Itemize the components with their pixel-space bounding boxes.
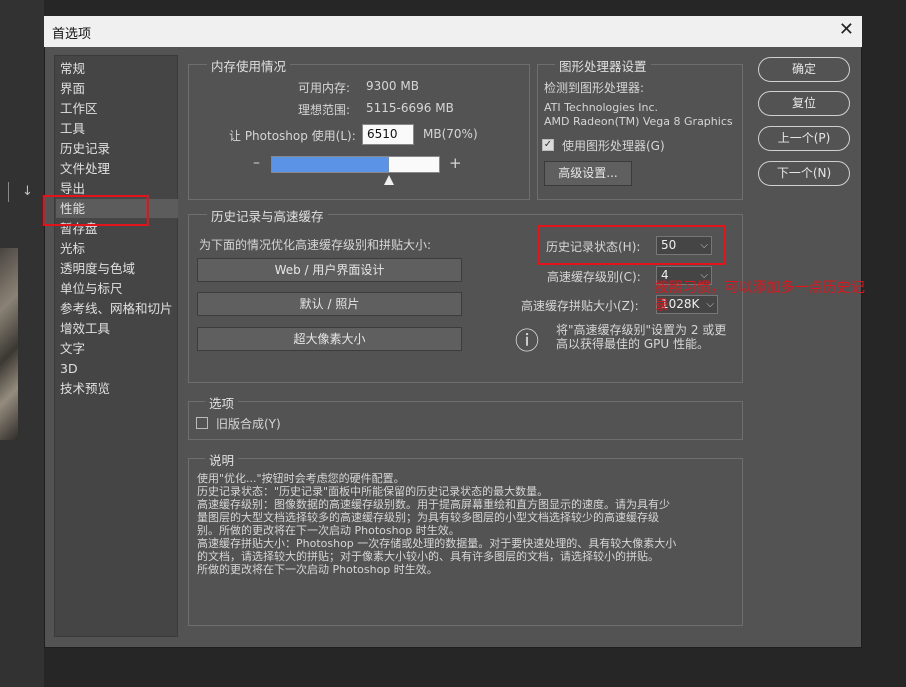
description-line: 高速缓存级别：图像数据的高速缓存级别数。用于提高屏幕重绘和直方图显示的速度。请为… xyxy=(197,498,670,511)
description-line: 高速缓存拼贴大小：Photoshop 一次存储或处理的数据量。对于要快速处理的、… xyxy=(197,537,677,550)
description-line: 别。所做的更改将在下一次启动 Photoshop 时生效。 xyxy=(197,524,460,537)
background-photo-thumbnail xyxy=(0,248,18,440)
prev-button[interactable]: 上一个(P) xyxy=(758,126,850,151)
reset-button[interactable]: 复位 xyxy=(758,91,850,116)
memory-slider-thumb[interactable] xyxy=(384,175,395,185)
ok-button[interactable]: 确定 xyxy=(758,57,850,82)
advanced-settings-button[interactable]: 高级设置... xyxy=(544,161,632,186)
options-title: 选项 xyxy=(205,393,239,412)
optimize-huge-pixel-button[interactable]: 超大像素大小 xyxy=(197,327,462,351)
history-cache-title: 历史记录与高速缓存 xyxy=(207,206,328,225)
info-icon: ⓘ xyxy=(515,327,539,355)
description-text: 使用"优化..."按钮时会考虑您的硬件配置。 历史记录状态："历史记录"面板中所… xyxy=(197,472,737,576)
dialog-title: 首选项 xyxy=(52,27,92,42)
dialog-titlebar: 首选项 ✕ xyxy=(44,16,862,47)
available-memory-label: 可用内存: xyxy=(298,81,351,95)
nav-item-guides-grid-slices[interactable]: 参考线、网格和切片 xyxy=(60,299,173,318)
description-line: 使用"优化..."按钮时会考虑您的硬件配置。 xyxy=(197,472,405,485)
close-icon[interactable]: ✕ xyxy=(839,19,854,40)
highlight-box-history-states xyxy=(538,225,726,265)
gpu-model: AMD Radeon(TM) Vega 8 Graphics xyxy=(544,115,733,128)
nav-item-3d[interactable]: 3D xyxy=(60,359,78,378)
nav-item-technology-previews[interactable]: 技术预览 xyxy=(60,379,110,398)
legacy-compositing-checkbox[interactable] xyxy=(196,417,208,429)
nav-item-history[interactable]: 历史记录 xyxy=(60,139,110,158)
optimize-default-photo-button[interactable]: 默认 / 照片 xyxy=(197,292,462,316)
nav-item-tools[interactable]: 工具 xyxy=(60,119,85,138)
highlight-box-performance xyxy=(43,195,149,226)
description-line: 所做的更改将在下一次启动 Photoshop 时生效。 xyxy=(197,563,438,576)
nav-item-transparency-gamut[interactable]: 透明度与色域 xyxy=(60,259,135,278)
nav-item-plugins[interactable]: 增效工具 xyxy=(60,319,110,338)
memory-slider-fill xyxy=(272,157,389,172)
slider-minus-icon[interactable]: – xyxy=(253,155,260,171)
available-memory-value: 9300 MB xyxy=(366,79,419,93)
chevron-down-icon: ⌵ xyxy=(706,299,714,310)
nav-item-type[interactable]: 文字 xyxy=(60,339,85,358)
let-photoshop-use-label: 让 Photoshop 使用(L): xyxy=(229,129,356,143)
optimize-label: 为下面的情况优化高速缓存级别和拼贴大小: xyxy=(199,238,432,252)
nav-item-units-rulers[interactable]: 单位与标尺 xyxy=(60,279,123,298)
nav-item-cursors[interactable]: 光标 xyxy=(60,239,85,258)
info-text-line-2: 高以获得最佳的 GPU 性能。 xyxy=(556,337,709,351)
cache-levels-label: 高速缓存级别(C): xyxy=(547,270,641,284)
memory-amount-input[interactable]: 6510 xyxy=(362,124,414,145)
memory-slider-track[interactable] xyxy=(271,156,440,173)
use-gpu-checkbox[interactable]: ✓ xyxy=(542,139,554,151)
nav-item-general[interactable]: 常规 xyxy=(60,59,85,78)
nav-item-workspace[interactable]: 工作区 xyxy=(60,99,98,118)
memory-usage-title: 内存使用情况 xyxy=(207,56,291,75)
gpu-settings-title: 图形处理器设置 xyxy=(555,56,651,75)
preferences-nav: 常规 界面 工作区 工具 历史记录 文件处理 导出 性能 暂存盘 光标 透明度与… xyxy=(54,55,178,637)
background-right xyxy=(862,0,906,687)
description-title: 说明 xyxy=(205,450,239,469)
gpu-vendor: ATI Technologies Inc. xyxy=(544,101,659,114)
slider-plus-icon[interactable]: + xyxy=(449,154,462,172)
nav-item-interface[interactable]: 界面 xyxy=(60,79,85,98)
description-line: 历史记录状态："历史记录"面板中所能保留的历史记录状态的最大数量。 xyxy=(197,485,549,498)
nav-item-file-handling[interactable]: 文件处理 xyxy=(60,159,110,178)
down-arrow-icon: ↓ xyxy=(22,184,33,199)
use-gpu-label: 使用图形处理器(G) xyxy=(562,139,665,153)
gpu-detected-label: 检测到图形处理器: xyxy=(544,81,645,95)
ideal-range-value: 5115-6696 MB xyxy=(366,101,454,115)
annotation-text-line-2: 录 xyxy=(655,298,669,314)
optimize-web-ui-button[interactable]: Web / 用户界面设计 xyxy=(197,258,462,282)
cache-tile-size-label: 高速缓存拼贴大小(Z): xyxy=(521,299,639,313)
memory-percent-label: MB(70%) xyxy=(423,127,478,141)
description-line: 的文档，请选择较大的拼贴；对于像素大小较小的、具有许多图层的文档，请选择较小的拼… xyxy=(197,550,659,563)
legacy-compositing-label: 旧版合成(Y) xyxy=(216,417,281,431)
annotation-text-line-1: 按照习惯，可以添加多一点历史记 xyxy=(655,280,865,296)
ideal-range-label: 理想范围: xyxy=(298,103,351,117)
description-line: 量图层的大型文档选择较多的高速缓存级别；为具有较多图层的小型文档选择较少的高速缓… xyxy=(197,511,659,524)
background-separator xyxy=(8,182,9,202)
next-button[interactable]: 下一个(N) xyxy=(758,161,850,186)
